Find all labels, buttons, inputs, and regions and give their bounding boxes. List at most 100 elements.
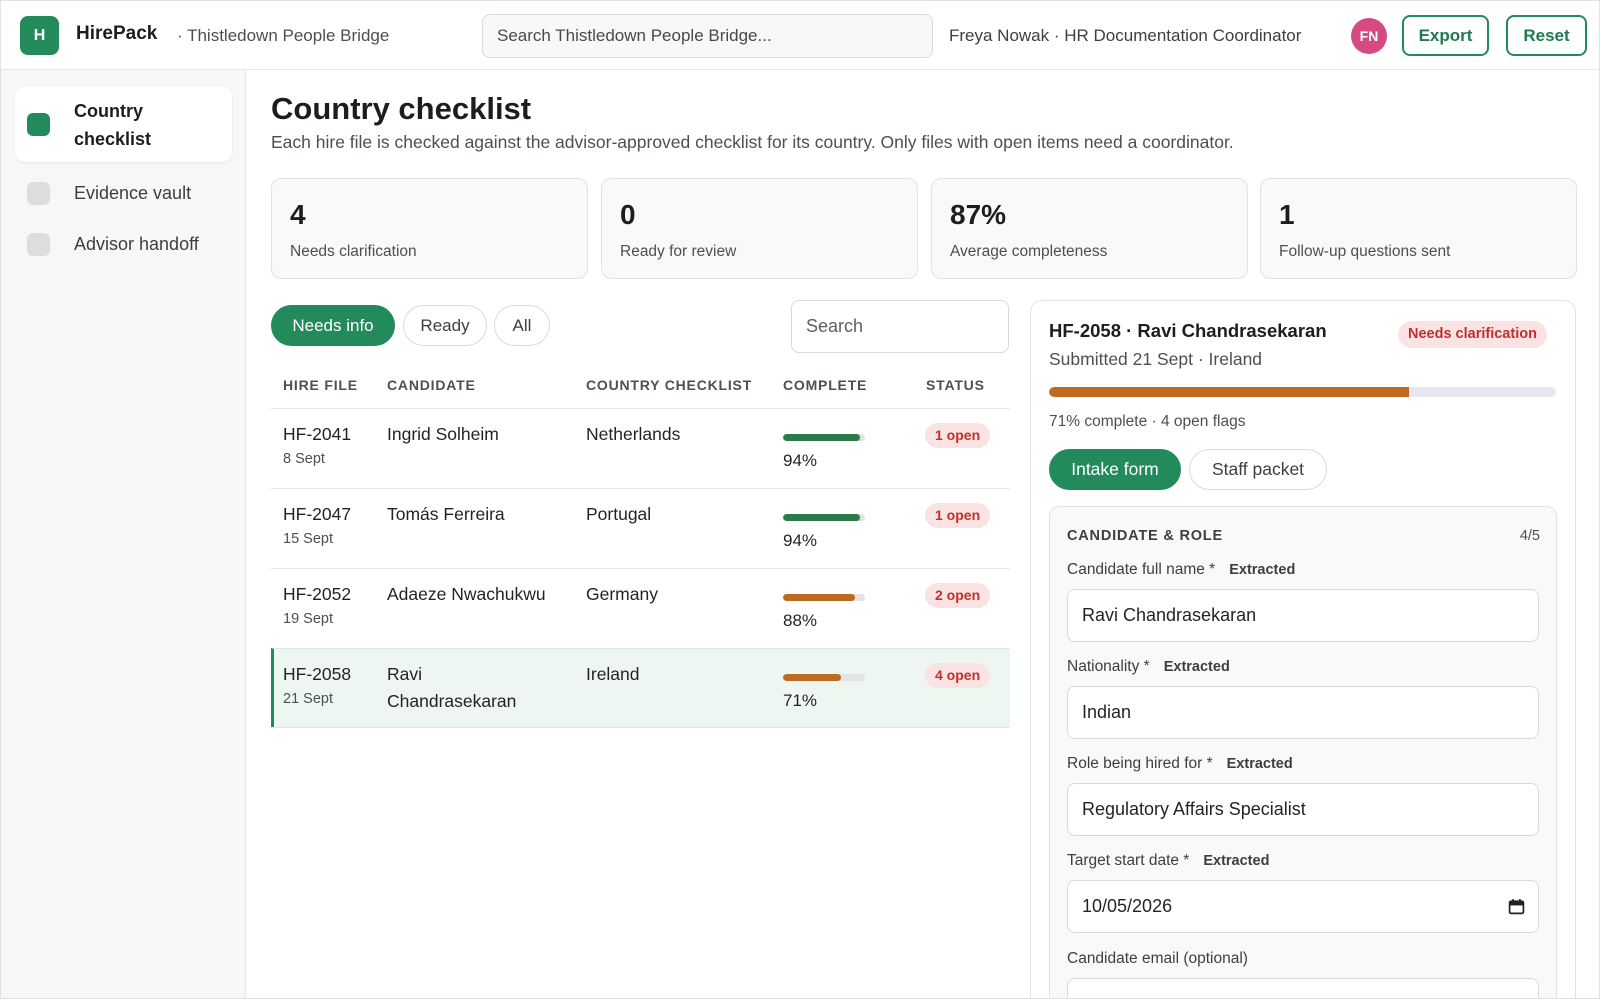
completeness-bar — [783, 514, 865, 521]
user-info: Freya Nowak · HR Documentation Coordinat… — [949, 26, 1302, 45]
table-row[interactable]: HF-2052 19 Sept Adaeze Nwachukwu Germany… — [271, 568, 1010, 648]
stat-value: 4 — [290, 199, 306, 230]
avatar[interactable]: FN — [1351, 18, 1387, 54]
reset-button[interactable]: Reset — [1506, 15, 1587, 56]
sidebar-item-label: Advisor handoff — [74, 234, 199, 254]
hire-file-id: HF-2052 — [283, 584, 352, 604]
field-label: Role being hired for * Extracted — [1067, 755, 1293, 772]
country-name: Ireland — [586, 664, 640, 684]
country-name: Netherlands — [586, 424, 681, 444]
hire-file-date: 21 Sept — [283, 691, 333, 707]
extracted-tag: Extracted — [1203, 853, 1270, 869]
stat-card-needs-clarification: 4 Needs clarification — [271, 178, 588, 279]
column-header-complete: COMPLETE — [783, 377, 868, 393]
stat-caption: Ready for review — [620, 243, 737, 260]
sidebar-item-label: Country checklist — [74, 100, 152, 149]
status-badge: Needs clarification — [1398, 321, 1547, 348]
hire-file-id: HF-2047 — [283, 504, 352, 524]
candidate-name: Ingrid Solheim — [387, 424, 499, 444]
global-search-input[interactable] — [482, 14, 933, 58]
sidebar-item-country-checklist[interactable]: Country checklist — [15, 87, 232, 162]
section-title: CANDIDATE & ROLE — [1067, 528, 1223, 544]
country-name: Portugal — [586, 504, 652, 524]
table-row[interactable]: HF-2047 15 Sept Tomás Ferreira Portugal … — [271, 488, 1010, 568]
hire-file-id: HF-2041 — [283, 424, 352, 444]
stat-value: 1 — [1279, 199, 1295, 230]
candidate-name: Adaeze Nwachukwu — [387, 584, 546, 604]
table-row-selected[interactable]: HF-2058 21 Sept Ravi Chandrasekaran Irel… — [271, 648, 1010, 728]
section-count: 4/5 — [1519, 528, 1540, 544]
top-bar: H HirePack · Thistledown People Bridge F… — [1, 1, 1599, 70]
list-search-input[interactable] — [791, 300, 1009, 353]
tab-staff-packet[interactable]: Staff packet — [1189, 449, 1327, 490]
stat-card-average-completeness: 87% Average completeness — [931, 178, 1248, 279]
page-subtitle: Each hire file is checked against the ad… — [271, 132, 1234, 152]
organization-name: · Thistledown People Bridge — [177, 26, 390, 45]
stat-value: 0 — [620, 199, 636, 230]
column-header-country-checklist: COUNTRY CHECKLIST — [586, 377, 753, 393]
country-name: Germany — [586, 584, 658, 604]
filter-ready[interactable]: Ready — [403, 305, 487, 346]
column-header-candidate: CANDIDATE — [387, 377, 476, 393]
completeness-value: 71% — [783, 691, 818, 710]
status-badge: 1 open — [925, 423, 991, 448]
detail-title: HF-2058 · Ravi Chandrasekaran — [1049, 320, 1327, 341]
stat-value: 87% — [950, 199, 1007, 230]
column-header-hire-file: HIRE FILE — [283, 377, 358, 393]
candidate-role-section: CANDIDATE & ROLE 4/5 Candidate full name… — [1049, 506, 1558, 998]
sidebar-item-label: Evidence vault — [74, 183, 192, 203]
sidebar-item-advisor-handoff[interactable]: Advisor handoff — [15, 226, 232, 262]
detail-progress-bar — [1049, 387, 1556, 397]
brand-name: HirePack — [76, 23, 158, 44]
extracted-tag: Extracted — [1226, 756, 1293, 772]
extracted-tag: Extracted — [1229, 562, 1296, 578]
field-label: Candidate full name * Extracted — [1067, 561, 1296, 578]
sidebar: Country checklist Evidence vault Advisor… — [1, 70, 246, 998]
table-divider — [271, 727, 1010, 728]
completeness-bar — [783, 594, 865, 601]
status-badge: 2 open — [925, 583, 991, 608]
hire-file-date: 19 Sept — [283, 611, 333, 627]
hire-file-date: 15 Sept — [283, 531, 333, 547]
checklist-icon — [27, 113, 50, 136]
completeness-value: 94% — [783, 451, 818, 470]
stat-card-ready-for-review: 0 Ready for review — [601, 178, 918, 279]
calendar-icon[interactable] — [1508, 898, 1525, 915]
completeness-value: 88% — [783, 611, 818, 630]
field-label: Target start date * Extracted — [1067, 852, 1270, 869]
column-header-status: STATUS — [926, 377, 985, 393]
stat-caption: Average completeness — [950, 243, 1108, 260]
detail-panel: HF-2058 · Ravi Chandrasekaran Needs clar… — [1030, 300, 1576, 998]
app-window: H HirePack · Thistledown People Bridge F… — [0, 0, 1600, 999]
filter-needs-info[interactable]: Needs info — [271, 305, 395, 346]
stat-caption: Follow-up questions sent — [1279, 243, 1451, 260]
nationality-field[interactable] — [1067, 686, 1539, 739]
candidate-name: Ravi Chandrasekaran — [387, 664, 517, 711]
export-button[interactable]: Export — [1402, 15, 1489, 56]
role-field[interactable] — [1067, 783, 1539, 836]
filter-all[interactable]: All — [494, 305, 550, 346]
completeness-value: 94% — [783, 531, 818, 550]
field-label: Candidate email (optional) — [1067, 950, 1248, 967]
status-badge: 4 open — [925, 663, 991, 688]
sidebar-item-evidence-vault[interactable]: Evidence vault — [15, 175, 232, 211]
extracted-tag: Extracted — [1163, 659, 1230, 675]
candidate-name-field[interactable] — [1067, 589, 1539, 642]
start-date-field[interactable] — [1067, 880, 1539, 933]
status-badge: 1 open — [925, 503, 991, 528]
tab-intake-form[interactable]: Intake form — [1049, 449, 1181, 490]
candidate-email-field[interactable] — [1067, 978, 1539, 998]
handoff-icon — [27, 232, 50, 256]
stat-caption: Needs clarification — [290, 243, 417, 260]
completeness-bar — [783, 434, 865, 441]
candidate-name: Tomás Ferreira — [387, 504, 505, 524]
app-logo: H — [20, 16, 59, 55]
start-date-wrapper — [1050, 880, 1558, 935]
stat-card-follow-up-questions: 1 Follow-up questions sent — [1260, 178, 1577, 279]
table-row[interactable]: HF-2041 8 Sept Ingrid Solheim Netherland… — [271, 408, 1010, 488]
hire-file-date: 8 Sept — [283, 451, 325, 467]
hire-file-id: HF-2058 — [283, 664, 352, 684]
field-label: Nationality * Extracted — [1067, 658, 1230, 675]
vault-icon — [27, 181, 50, 205]
detail-progress-meta: 71% complete · 4 open flags — [1049, 413, 1246, 430]
